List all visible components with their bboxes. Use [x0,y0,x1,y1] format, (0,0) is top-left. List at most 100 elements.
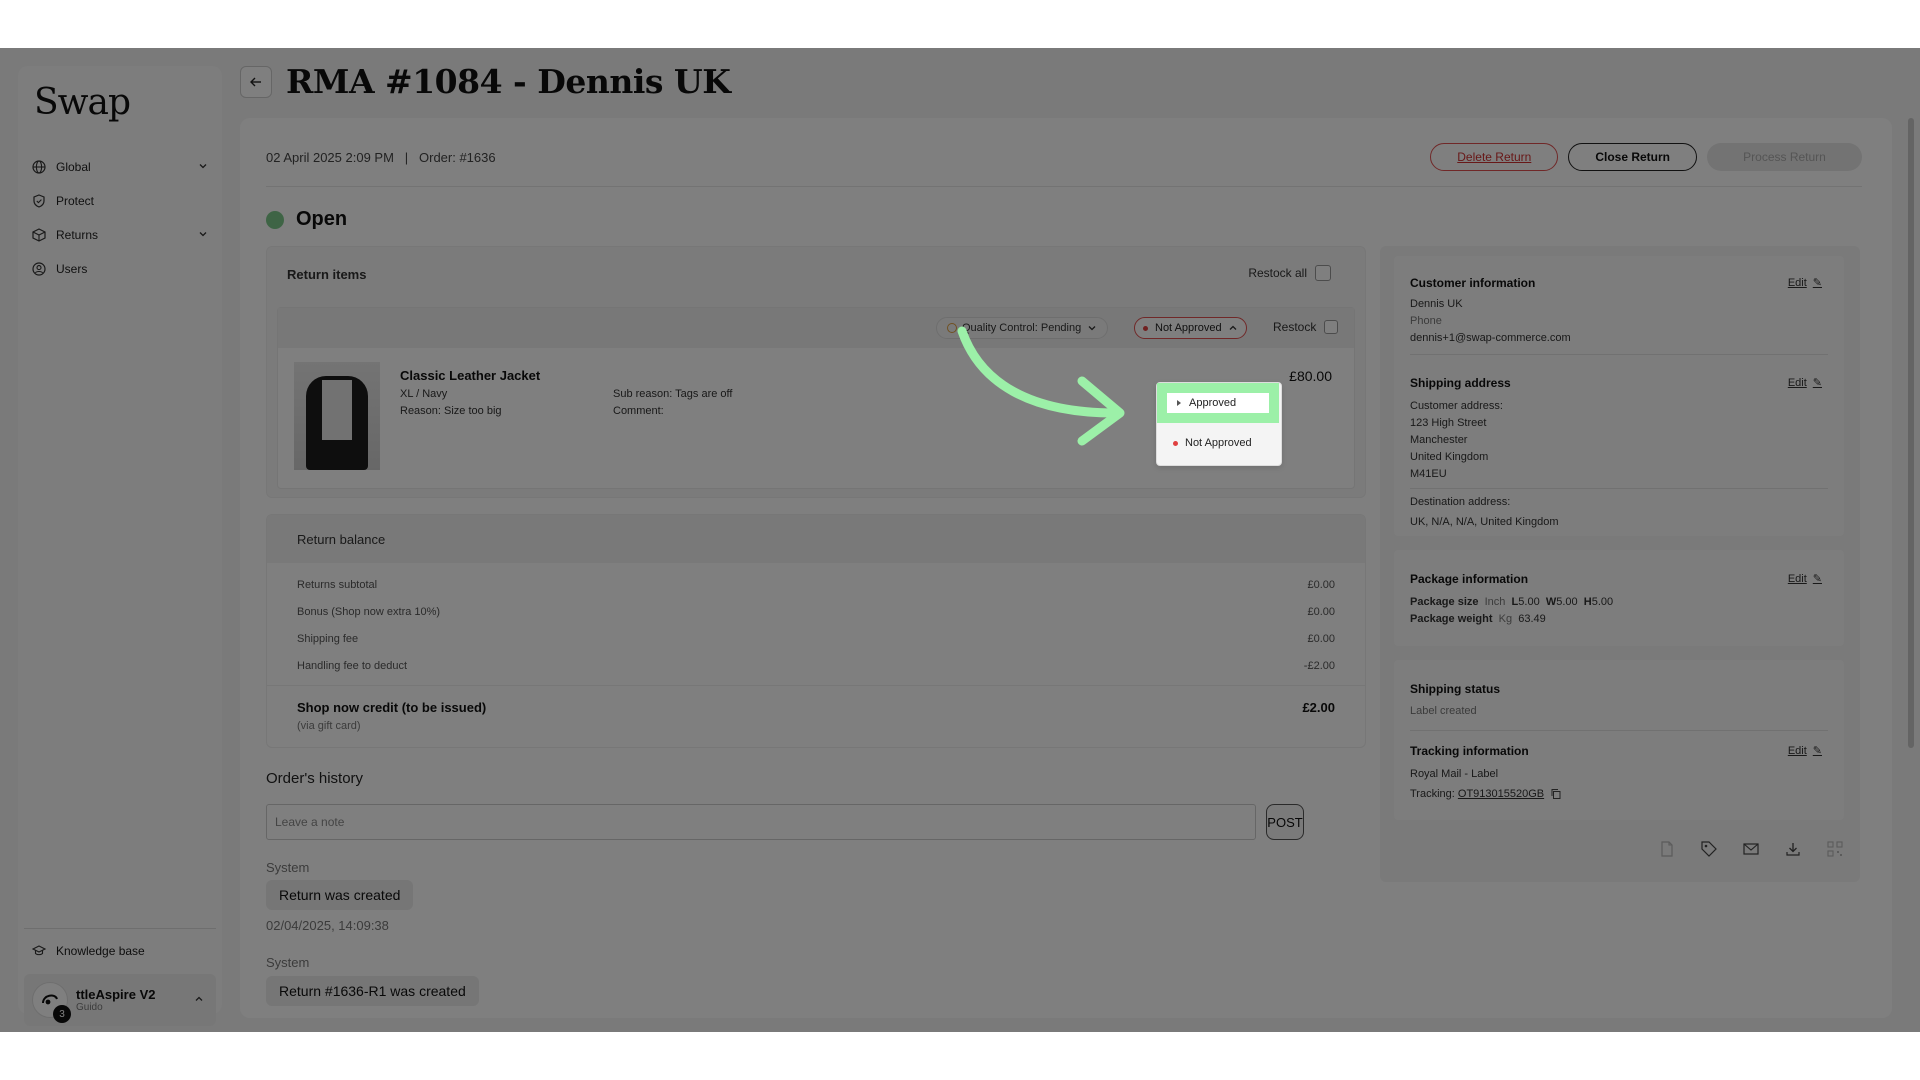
tracking-number-link[interactable]: OT913015520GB [1458,788,1544,800]
return-balance-card: Return balance Returns subtotal £0.00 Bo… [266,514,1366,748]
customer-name: Dennis UK [1410,298,1463,310]
app-logo: Swap [34,82,131,123]
balance-row: Handling fee to deduct -£2.00 [297,660,1335,672]
return-meta: 02 April 2025 2:09 PM | Order: #1636 [266,150,496,165]
knowledge-base-link[interactable]: Knowledge base [32,944,145,958]
pencil-icon: ✎ [1812,745,1822,757]
notification-badge: 3 [53,1005,71,1023]
balance-label: Returns subtotal [297,579,378,591]
restock-toggle[interactable]: Restock [1273,320,1339,334]
sidebar-item-protect[interactable]: Protect [32,184,212,218]
delete-return-button[interactable]: Delete Return [1430,143,1559,171]
shipping-status-card: Shipping status Label created Tracking i… [1394,660,1844,820]
close-return-button[interactable]: Close Return [1568,143,1697,171]
package-weight-unit: Kg [1498,613,1513,625]
product-variant: XL / Navy [400,388,448,400]
customer-shipping-card: Customer information Edit ✎ Dennis UK Ph… [1394,256,1844,536]
post-button[interactable]: POST [1266,804,1304,840]
edit-tracking-button[interactable]: Edit ✎ [1787,744,1822,758]
package-size-label: Package size [1410,596,1479,608]
knowledge-base-label: Knowledge base [56,944,145,958]
balance-title: Return balance [267,515,1365,563]
tracking-carrier: Royal Mail - Label [1410,768,1499,780]
avatar: 3 [32,982,71,1023]
app-frame: Swap Global Protect Returns Users Knowle… [0,48,1920,1032]
main-panel: 02 April 2025 2:09 PM | Order: #1636 Del… [240,118,1892,1018]
balance-value: £0.00 [1307,633,1335,645]
customer-phone: Phone [1410,315,1442,327]
product-name: Classic Leather Jacket [400,368,541,383]
edit-shipping-button[interactable]: Edit ✎ [1787,376,1822,390]
account-switcher[interactable]: 3 ttleAspire V2 Guido [24,974,216,1026]
return-comment: Comment: [613,405,664,417]
tracking-number-row: Tracking: OT913015520GB [1410,788,1562,800]
qr-code-icon[interactable] [1824,838,1846,860]
copy-icon[interactable] [1550,788,1562,800]
sidebar-item-global[interactable]: Global [32,150,212,184]
address-line: 123 High Street [1410,417,1487,429]
tracking-info-title: Tracking information [1410,744,1529,758]
note-input[interactable] [266,804,1256,840]
item-price: £80.00 [1289,368,1332,384]
tag-icon[interactable] [1698,838,1720,860]
document-icon[interactable] [1656,838,1678,860]
edit-label: Edit [1787,276,1807,289]
edit-label: Edit [1787,744,1807,757]
arrow-left-icon [250,77,261,87]
package-width: 5.00 [1556,596,1578,608]
history-message: Return #1636-R1 was created [266,976,479,1006]
destination-address-label: Destination address: [1410,496,1511,508]
item-toolbar: Quality Control: Pending Not Approved Re… [278,308,1354,348]
restock-checkbox[interactable] [1324,320,1339,334]
sidebar-divider [24,928,216,929]
customer-info-title: Customer information [1410,276,1536,290]
balance-value: £0.00 [1307,606,1335,618]
sidebar-item-users[interactable]: Users [32,252,212,286]
process-return-button: Process Return [1707,143,1862,171]
destination-address: UK, N/A, N/A, United Kingdom [1410,516,1559,528]
balance-value: -£2.00 [1303,660,1335,672]
edit-package-button[interactable]: Edit ✎ [1787,572,1822,586]
package-info-card: Package information Edit ✎ Package size … [1394,550,1844,646]
sidebar-item-returns[interactable]: Returns [32,218,212,252]
order-number: Order: #1636 [419,150,496,165]
download-icon[interactable] [1782,838,1804,860]
account-name: ttleAspire V2 [76,987,156,1002]
shirt-shape [322,380,352,440]
chevron-up-icon [194,994,204,1007]
mail-icon[interactable] [1740,838,1762,860]
pencil-icon: ✎ [1812,573,1822,585]
edit-label: Edit [1787,572,1807,585]
package-length: 5.00 [1518,596,1540,608]
shipping-status-value: Label created [1410,705,1477,717]
restock-label: Restock [1273,320,1317,334]
edit-label: Edit [1787,376,1807,389]
history-message: Return was created [266,880,414,910]
status-text: Open [296,208,348,230]
return-date: 02 April 2025 2:09 PM [266,150,394,165]
return-sub-reason: Sub reason: Tags are off [613,388,733,400]
back-button[interactable] [240,66,272,98]
return-actions: Delete Return Close Return Process Retur… [1430,143,1862,171]
edit-customer-button[interactable]: Edit ✎ [1787,276,1822,290]
package-weight: Package weight Kg 63.49 [1410,613,1546,625]
tracking-label: Tracking: [1410,788,1455,800]
restock-all-toggle[interactable]: Restock all [1248,265,1331,281]
divider [1410,488,1828,489]
address-line: United Kingdom [1410,451,1489,463]
package-size-unit: Inch [1484,596,1506,608]
restock-all-checkbox[interactable] [1315,265,1331,281]
scrollbar[interactable] [1908,118,1914,748]
package-weight-label: Package weight [1410,613,1493,625]
balance-row: Bonus (Shop now extra 10%) £0.00 [297,606,1335,618]
order-history-title: Order's history [266,770,364,787]
document-actions [1656,838,1846,860]
balance-row: Returns subtotal £0.00 [297,579,1335,591]
balance-value: £0.00 [1307,579,1335,591]
total-sub: (via gift card) [297,720,361,732]
balance-label: Handling fee to deduct [297,660,408,672]
option-label: Not Approved [1185,437,1252,449]
sidebar-item-label: Returns [56,228,99,242]
package-size: Package size Inch L5.00 W5.00 H5.00 [1410,596,1614,608]
meta-separator: | [404,150,409,165]
